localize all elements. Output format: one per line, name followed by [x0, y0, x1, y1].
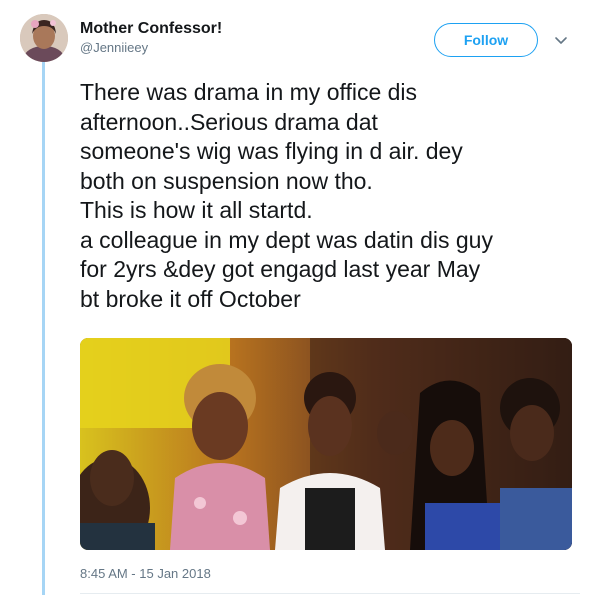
tweet-line: This is how it all startd.: [80, 197, 313, 223]
follow-button[interactable]: Follow: [434, 23, 538, 57]
author-handle[interactable]: @Jenniieey: [80, 40, 148, 55]
chevron-down-icon[interactable]: [553, 32, 569, 48]
tweet-text: There was drama in my office dis afterno…: [80, 78, 580, 314]
tweet-line: afternoon..Serious drama dat: [80, 108, 378, 135]
tweet-line: bt broke it off October: [80, 285, 301, 312]
tweet-card: Mother Confessor! @Jenniieey Follow Ther…: [0, 0, 600, 595]
tweet-line: both on suspension now tho.: [80, 167, 373, 194]
thread-line: [42, 62, 45, 595]
tweet-line: There was drama in my office dis: [80, 79, 418, 105]
photo-illustration: [80, 338, 572, 550]
author-name[interactable]: Mother Confessor!: [80, 20, 222, 38]
tweet-line: for 2yrs &dey got engagd last year May: [80, 256, 481, 282]
divider: [80, 593, 580, 594]
avatar-image: [20, 14, 68, 62]
tweet-timestamp[interactable]: 8:45 AM - 15 Jan 2018: [80, 566, 211, 581]
avatar[interactable]: [20, 14, 68, 62]
tweet-photo[interactable]: [80, 338, 572, 550]
tweet-line: a colleague in my dept was datin dis guy: [80, 226, 493, 253]
tweet-line: someone's wig was flying in d air. dey: [80, 138, 463, 164]
